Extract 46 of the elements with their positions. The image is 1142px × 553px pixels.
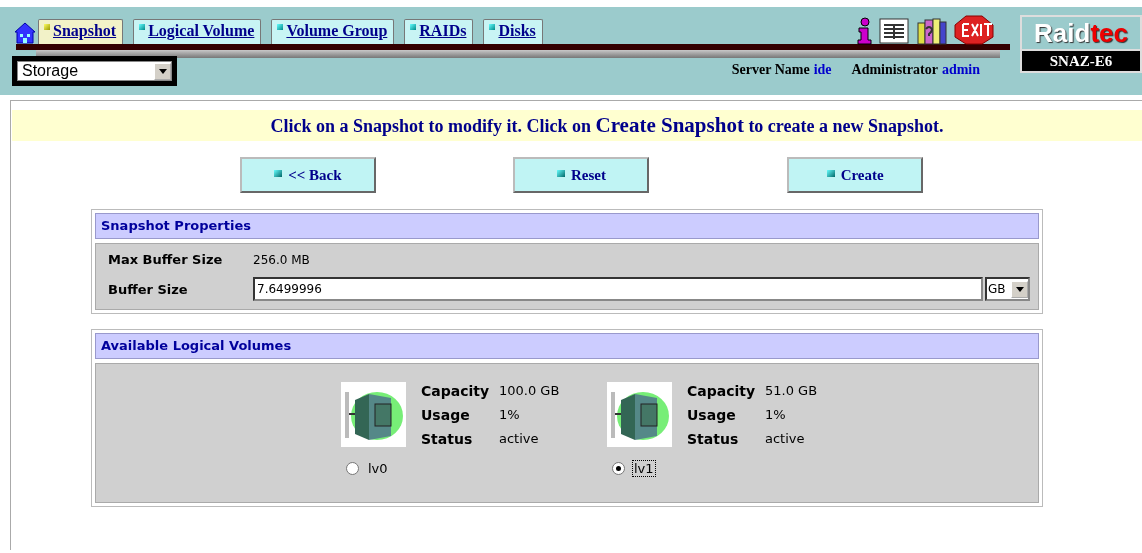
field-label: Usage [687,406,737,423]
nav-tab[interactable]: RAIDs [404,19,474,44]
category-dropdown[interactable]: Storage [17,61,172,81]
info-icon[interactable] [856,17,872,45]
field-label: Capacity [687,382,757,399]
nav-tab[interactable]: Volume Group [271,19,395,44]
field-value: 256.0 MB [253,252,311,267]
nav-tab[interactable]: Logical Volume [133,19,262,44]
administrator-value: admin [941,62,980,78]
field-label: Buffer Size [108,281,189,297]
model-label: SNAZ-E6 [1020,51,1142,73]
radio-button[interactable] [346,462,359,475]
field-value: 100.0 GB [499,383,560,398]
field-label: Status [687,430,740,447]
field-value: 1% [499,407,521,422]
radio-button[interactable] [612,462,625,475]
server-icon [607,382,672,447]
field-value: 1% [765,407,787,422]
field-label: Status [421,430,474,447]
nav-tab[interactable]: Snapshot [38,19,124,44]
field-label: Usage [421,406,471,423]
unit-dropdown[interactable]: GB [985,277,1030,301]
volume-label[interactable]: lv0 [367,461,389,476]
section-header: Snapshot Properties [95,213,1039,239]
field-value: active [765,431,806,446]
field-value: 51.0 GB [765,383,818,398]
exit-icon[interactable] [954,15,994,45]
create-button[interactable]: Create [787,157,924,193]
books-icon[interactable] [916,17,948,45]
server-name-value: ide [813,62,832,78]
brand-logo: Raidtec [1020,15,1142,51]
buffer-size-field[interactable]: 7.6499996 [253,277,983,301]
nav-tab[interactable]: Disks [483,19,543,44]
server-name-label: Server Name [731,62,810,78]
field-label: Max Buffer Size [108,252,224,267]
server-icon [341,382,406,447]
house-icon[interactable] [14,22,36,44]
field-value: active [499,431,540,446]
instruction-text: Click on a Snapshot to modify it. Click on Create Snapshot to create a new Snapshot. [270,113,944,138]
field-label: Capacity [421,382,491,399]
section-header: Available Logical Volumes [95,333,1039,359]
administrator-label: Administrator [851,62,938,78]
back-button[interactable]: << Back [239,157,376,193]
reset-button[interactable]: Reset [513,157,650,193]
volume-label[interactable]: lv1 [633,461,655,476]
document-icon[interactable] [878,17,910,45]
